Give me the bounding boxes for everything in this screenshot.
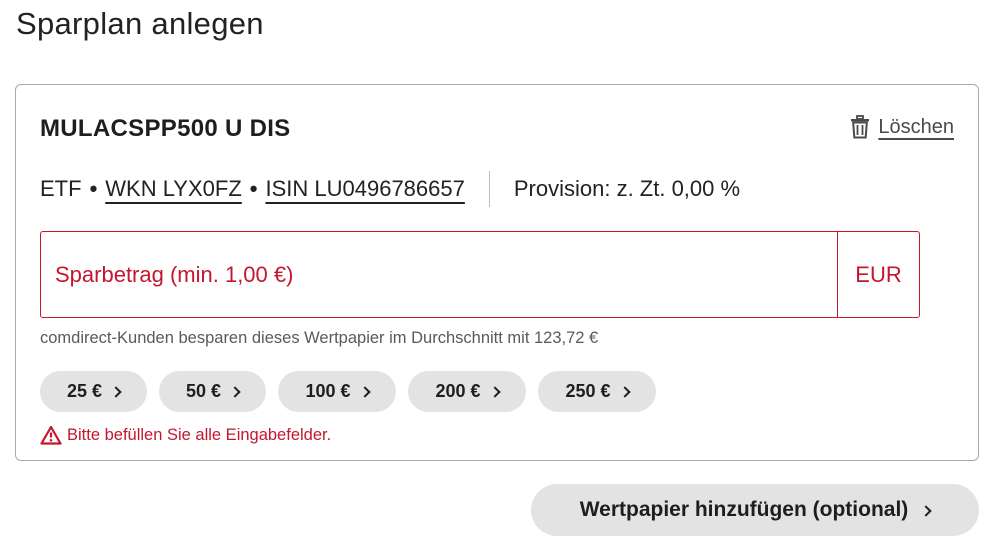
quick-amount-100-button[interactable]: 100 € xyxy=(278,371,396,412)
add-security-label: Wertpapier hinzufügen (optional) xyxy=(579,498,909,521)
security-meta: ETF • WKN LYX0FZ • ISIN LU0496786657 Pro… xyxy=(40,171,740,207)
page-title: Sparplan anlegen xyxy=(16,6,264,41)
quick-amount-label: 250 € xyxy=(565,381,611,401)
chevron-right-icon xyxy=(488,386,501,398)
warning-icon xyxy=(40,425,62,445)
separator-dot: • xyxy=(249,176,258,201)
chevron-right-icon xyxy=(358,386,371,398)
isin-link[interactable]: ISIN LU0496786657 xyxy=(265,176,464,202)
quick-amount-250-button[interactable]: 250 € xyxy=(538,371,656,412)
divider xyxy=(488,171,490,207)
chevron-right-icon xyxy=(618,386,631,398)
chevron-right-icon xyxy=(110,386,122,398)
quick-amount-label: 50 € xyxy=(185,381,222,401)
delete-button[interactable]: Löschen xyxy=(850,115,954,139)
quick-amount-buttons: 25 € 50 € 100 € 200 € 250 € xyxy=(40,371,656,412)
security-type: ETF xyxy=(40,176,82,201)
currency-label: EUR xyxy=(837,232,919,317)
commission-info: Provision: z. Zt. 0,00 % xyxy=(513,176,741,201)
quick-amount-25-button[interactable]: 25 € xyxy=(40,371,147,412)
chevron-right-icon xyxy=(229,386,241,398)
chevron-right-icon xyxy=(920,504,932,517)
savings-plan-card: MULACSPP500 U DIS Löschen ETF • WKN LYX0… xyxy=(15,84,979,461)
separator-dot: • xyxy=(89,176,98,201)
validation-error: Bitte befüllen Sie alle Eingabefelder. xyxy=(40,425,331,445)
quick-amount-50-button[interactable]: 50 € xyxy=(159,371,266,412)
add-security-button[interactable]: Wertpapier hinzufügen (optional) xyxy=(531,484,979,536)
trash-icon xyxy=(850,115,870,139)
savings-amount-field: EUR xyxy=(40,231,920,318)
quick-amount-200-button[interactable]: 200 € xyxy=(408,371,526,412)
error-text: Bitte befüllen Sie alle Eingabefelder. xyxy=(67,425,332,444)
quick-amount-label: 100 € xyxy=(305,381,351,401)
delete-label: Löschen xyxy=(878,115,954,138)
security-name: MULACSPP500 U DIS xyxy=(40,115,291,142)
average-amount-hint: comdirect-Kunden besparen dieses Wertpap… xyxy=(40,329,599,347)
quick-amount-label: 200 € xyxy=(435,381,481,401)
wkn-link[interactable]: WKN LYX0FZ xyxy=(105,176,242,202)
quick-amount-label: 25 € xyxy=(66,381,103,401)
savings-amount-input[interactable] xyxy=(41,232,837,317)
